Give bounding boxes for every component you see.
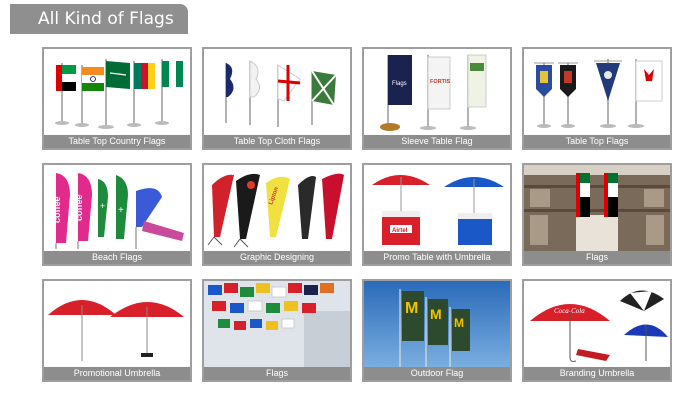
product-caption: Beach Flags: [44, 251, 190, 264]
product-card-promotional-umbrella[interactable]: Promotional Umbrella: [42, 279, 192, 382]
promo-table-brand: Airtel: [392, 228, 408, 234]
sleeve-flag-text: FORTIS: [430, 79, 450, 85]
product-caption: Table Top Flags: [524, 135, 670, 148]
sleeve-flag-text: Flags: [392, 81, 407, 87]
product-caption: Flags: [524, 251, 670, 264]
svg-text:M: M: [405, 300, 418, 317]
svg-text:M: M: [430, 306, 442, 322]
product-card-outdoor-flag[interactable]: M M M Outdoor Flag: [362, 279, 512, 382]
svg-text:+: +: [100, 201, 105, 211]
beach-flag-text: coffee: [52, 196, 62, 223]
product-caption: Promotional Umbrella: [44, 367, 190, 380]
product-image: [524, 49, 670, 135]
product-image: [204, 281, 350, 367]
product-caption: Promo Table with Umbrella: [364, 251, 510, 264]
product-caption: Table Top Cloth Flags: [204, 135, 350, 148]
product-caption: Branding Umbrella: [524, 367, 670, 380]
page-title: All Kind of Flags: [10, 4, 188, 34]
product-card-branding-umbrella[interactable]: Coca-Cola Branding Umbrella: [522, 279, 672, 382]
product-image: Airtel: [364, 165, 510, 251]
product-image: Coca-Cola: [524, 281, 670, 367]
svg-text:+: +: [118, 205, 124, 216]
product-card-promo-table-with-umbrella[interactable]: Airtel Promo Table with Umbrella: [362, 163, 512, 266]
product-image: [204, 49, 350, 135]
product-image: coffee coffee + +: [44, 165, 190, 251]
product-caption: Graphic Designing: [204, 251, 350, 264]
svg-text:M: M: [454, 316, 464, 330]
product-caption: Outdoor Flag: [364, 367, 510, 380]
product-image: Flags FORTIS: [364, 49, 510, 135]
product-image: [524, 165, 670, 251]
product-image: [44, 49, 190, 135]
product-card-table-top-flags[interactable]: Table Top Flags: [522, 47, 672, 150]
product-card-flags-bunting[interactable]: Flags: [202, 279, 352, 382]
product-image: Lipton: [204, 165, 350, 251]
product-card-table-top-cloth-flags[interactable]: Table Top Cloth Flags: [202, 47, 352, 150]
product-caption: Table Top Country Flags: [44, 135, 190, 148]
product-card-table-top-country-flags[interactable]: Table Top Country Flags: [42, 47, 192, 150]
beach-flag-text: coffee: [74, 194, 84, 221]
product-card-beach-flags[interactable]: coffee coffee + + Beach Flags: [42, 163, 192, 266]
product-card-flags-mall[interactable]: Flags: [522, 163, 672, 266]
product-image: M M M: [364, 281, 510, 367]
product-caption: Flags: [204, 367, 350, 380]
product-card-sleeve-table-flag[interactable]: Flags FORTIS Sleeve Table Flag: [362, 47, 512, 150]
product-image: [44, 281, 190, 367]
product-card-graphic-designing[interactable]: Lipton Graphic Designing: [202, 163, 352, 266]
product-caption: Sleeve Table Flag: [364, 135, 510, 148]
